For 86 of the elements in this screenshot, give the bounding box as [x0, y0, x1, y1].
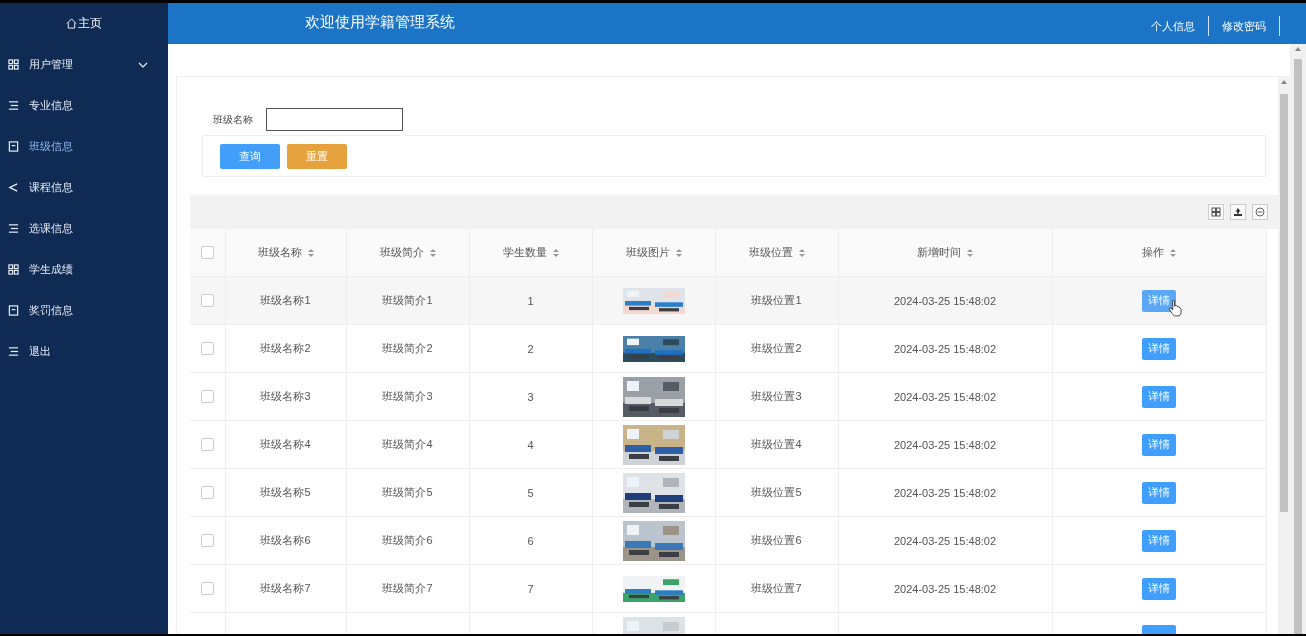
- sort-icon[interactable]: [552, 249, 559, 258]
- sidebar-item[interactable]: 选课信息: [0, 208, 168, 249]
- table-cell: 班级名称2: [260, 342, 311, 354]
- columns-icon[interactable]: [1211, 207, 1221, 217]
- column-header[interactable]: 新增时间: [917, 246, 961, 258]
- table-cell: 班级名称6: [260, 534, 311, 546]
- table-cell: 班级位置4: [751, 438, 802, 450]
- home-icon: [66, 18, 77, 29]
- table-cell: 1: [527, 294, 534, 307]
- table-cell: 班级位置1: [751, 294, 802, 306]
- table-cell: 班级名称1: [260, 294, 311, 306]
- table-cell: 7: [527, 582, 534, 595]
- row-checkbox[interactable]: [200, 486, 214, 500]
- table-cell: 3: [527, 390, 534, 403]
- column-header[interactable]: 班级位置: [748, 246, 793, 258]
- table-cell: 2024-03-25 15:48:02: [893, 582, 997, 595]
- row-checkbox[interactable]: [200, 438, 214, 452]
- select-all-checkbox[interactable]: [200, 246, 214, 260]
- table-cell: 班级简介3: [382, 390, 433, 402]
- table-cell: 2: [527, 342, 534, 355]
- sidebar-item[interactable]: 用户管理: [0, 44, 168, 85]
- search-field[interactable]: [266, 108, 403, 131]
- table-cell: 班级位置3: [751, 390, 802, 402]
- table-cell: 班级简介4: [382, 438, 433, 450]
- row-checkbox[interactable]: [200, 534, 214, 548]
- sort-icon[interactable]: [429, 249, 436, 258]
- table-cell: 班级简介7: [382, 582, 433, 594]
- list-icon: [8, 346, 19, 357]
- sort-icon[interactable]: [675, 249, 682, 258]
- list-icon: [8, 223, 19, 234]
- table-cell: 4: [527, 438, 534, 451]
- row-checkbox[interactable]: [200, 582, 214, 596]
- table-cell: 班级名称3: [260, 390, 311, 402]
- table-cell: 班级简介5: [382, 486, 433, 498]
- app-title: 欢迎使用学籍管理系统: [305, 13, 456, 32]
- grid-icon: [8, 264, 19, 275]
- grid-icon: [8, 59, 19, 70]
- table-cell: 2024-03-25 15:48:02: [893, 342, 997, 355]
- table-cell: 班级位置2: [751, 342, 802, 354]
- table-cell: 班级位置5: [751, 486, 802, 498]
- table-cell: 2024-03-25 15:48:02: [893, 438, 997, 451]
- column-header[interactable]: 学生数量: [502, 246, 547, 258]
- table-cell: 班级名称7: [260, 582, 311, 594]
- book-icon: [8, 141, 19, 152]
- sidebar-item[interactable]: 奖罚信息: [0, 290, 168, 331]
- table-cell: 6: [527, 534, 534, 547]
- header-link[interactable]: 修改密码: [1209, 15, 1280, 36]
- scrollbar[interactable]: [1290, 44, 1306, 634]
- sort-icon[interactable]: [798, 249, 805, 258]
- table-cell: 2024-03-25 15:48:02: [893, 294, 997, 307]
- row-checkbox[interactable]: [200, 294, 214, 308]
- sidebar-item[interactable]: 班级信息: [0, 126, 168, 167]
- sidebar-item[interactable]: 课程信息: [0, 167, 168, 208]
- table-cell: 班级位置6: [751, 534, 802, 546]
- table-cell: 班级简介1: [382, 294, 433, 306]
- row-checkbox[interactable]: [200, 342, 214, 356]
- row-checkbox[interactable]: [200, 390, 214, 404]
- table-cell: 班级简介2: [382, 342, 433, 354]
- column-header[interactable]: 班级简介: [379, 246, 424, 258]
- column-header[interactable]: 班级图片: [625, 246, 670, 258]
- header-link[interactable]: 个人信息: [1138, 15, 1209, 36]
- table-cell: 班级名称4: [260, 438, 311, 450]
- table-cell: 班级名称5: [260, 486, 311, 498]
- sidebar-item[interactable]: 退出: [0, 331, 168, 372]
- table-cell: 2024-03-25 15:48:02: [893, 486, 997, 499]
- book-icon: [8, 305, 19, 316]
- column-header[interactable]: 操作: [1142, 246, 1164, 258]
- sort-icon[interactable]: [1170, 249, 1176, 258]
- column-header[interactable]: 班级名称: [257, 246, 302, 258]
- hand-cursor-icon: [1168, 299, 1182, 317]
- table-cell: 5: [527, 486, 534, 499]
- export-icon[interactable]: [1233, 207, 1243, 217]
- sort-icon[interactable]: [967, 249, 973, 258]
- share-icon: [8, 182, 19, 193]
- table-cell: 2024-03-25 15:48:02: [893, 534, 997, 547]
- sidebar-item[interactable]: 专业信息: [0, 85, 168, 126]
- field-label: 班级名称: [213, 112, 253, 127]
- table-cell: 班级位置7: [751, 582, 802, 594]
- list-icon: [8, 100, 19, 111]
- table-cell: 班级简介6: [382, 534, 433, 546]
- sort-icon[interactable]: [307, 249, 314, 258]
- sidebar-item[interactable]: 学生成绩: [0, 249, 168, 290]
- print-icon[interactable]: [1255, 207, 1265, 217]
- home-link[interactable]: 主页: [0, 3, 168, 44]
- scrollbar[interactable]: [1278, 77, 1290, 634]
- table-cell: 2024-03-25 15:48:02: [893, 390, 997, 403]
